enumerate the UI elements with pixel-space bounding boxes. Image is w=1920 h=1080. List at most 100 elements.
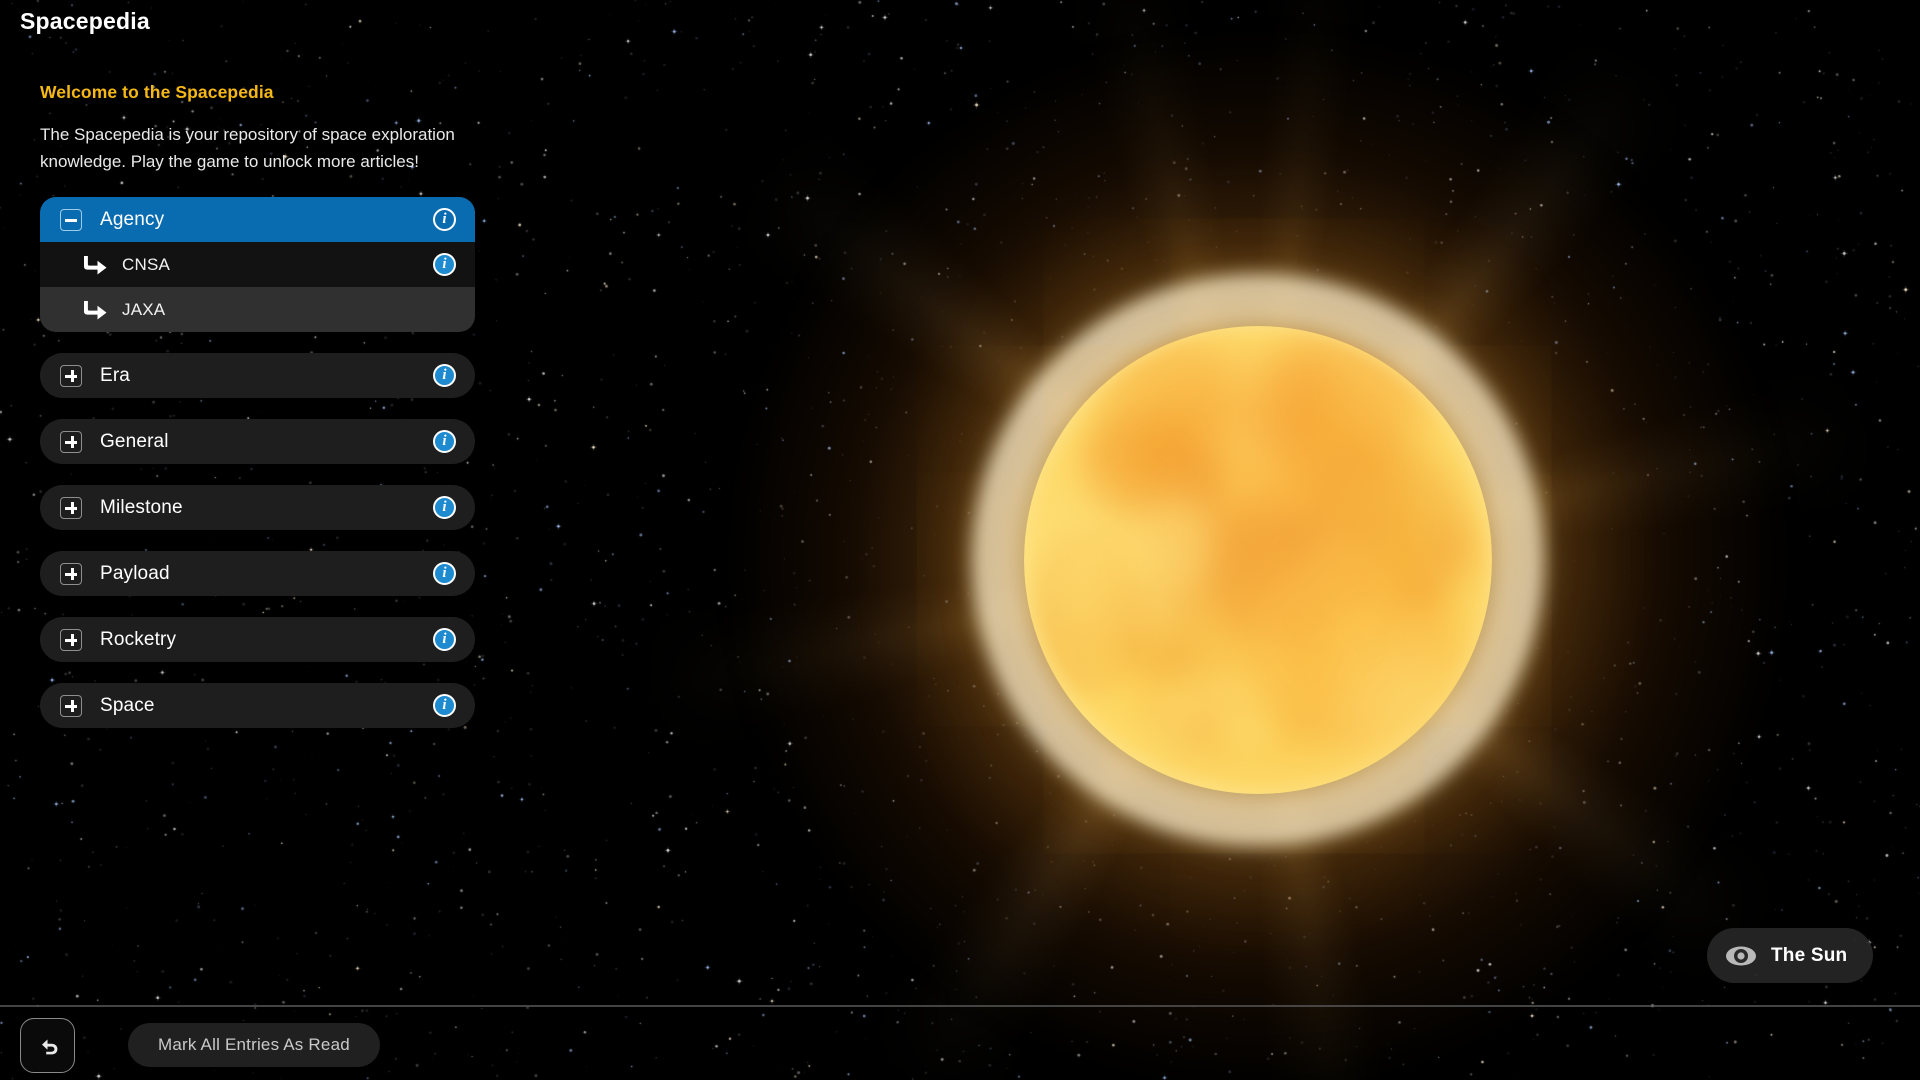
plus-icon[interactable] bbox=[60, 629, 82, 651]
category-label: Milestone bbox=[100, 497, 433, 519]
sun-surface-blob bbox=[1024, 452, 1142, 624]
plus-icon[interactable] bbox=[60, 563, 82, 585]
info-icon[interactable]: i bbox=[433, 208, 456, 231]
sun-corona bbox=[973, 275, 1543, 845]
sun-surface-blob bbox=[1393, 579, 1446, 610]
sun-surface-blob bbox=[1118, 641, 1295, 732]
sun-surface-blob bbox=[1071, 560, 1156, 651]
sun-surface-blob bbox=[1228, 632, 1393, 753]
sun-surface-blob bbox=[1092, 445, 1228, 629]
sun-surface-blob bbox=[1174, 337, 1323, 487]
back-button[interactable] bbox=[20, 1018, 75, 1073]
plus-icon[interactable] bbox=[60, 497, 82, 519]
category-row-rocketry[interactable]: Rocketryi bbox=[40, 617, 475, 662]
sun-surface-blob bbox=[1039, 519, 1150, 629]
sun-surface-blob bbox=[1149, 424, 1237, 525]
info-icon-glyph: i bbox=[442, 632, 446, 647]
sun-surface-blob bbox=[1334, 585, 1400, 670]
sun-surface-blob bbox=[1271, 418, 1370, 509]
sun-surface-blob bbox=[1035, 476, 1236, 666]
arrow-branch-icon bbox=[82, 254, 108, 276]
category-row-era[interactable]: Erai bbox=[40, 353, 475, 398]
sun-surface-blob bbox=[1297, 532, 1355, 587]
spacepedia-screen: Spacepedia Welcome to the Spacepedia The… bbox=[0, 0, 1920, 1080]
sun-surface-blob bbox=[1229, 560, 1345, 676]
welcome-heading: Welcome to the Spacepedia bbox=[40, 82, 480, 103]
category-row-payload[interactable]: Payload i bbox=[40, 551, 475, 596]
sun-surface-blob bbox=[1308, 383, 1458, 543]
sun-surface-blob bbox=[1024, 442, 1192, 640]
sun-surface-blob bbox=[1132, 468, 1347, 682]
sun-surface-blob bbox=[1303, 520, 1405, 615]
sun-surface-blob bbox=[1141, 642, 1240, 768]
sun-corona-inner bbox=[998, 300, 1518, 820]
sun-surface-blob bbox=[1421, 519, 1483, 583]
category-label: Payload bbox=[100, 563, 433, 585]
sun-surface-blob bbox=[1180, 481, 1362, 667]
sub-entry-jaxa[interactable]: JAXA bbox=[40, 287, 475, 332]
category-row-agency[interactable]: Agencyi bbox=[40, 197, 475, 242]
category-label: Space bbox=[100, 695, 433, 717]
sun-surface-blob bbox=[1086, 567, 1220, 701]
sun-surface-blob bbox=[1102, 335, 1247, 463]
sun-surface-blob bbox=[1238, 530, 1444, 740]
plus-icon[interactable] bbox=[60, 431, 82, 453]
sun-surface-blob bbox=[1194, 657, 1293, 765]
category-row-general[interactable]: General i bbox=[40, 419, 475, 464]
page-title: Spacepedia bbox=[20, 8, 150, 35]
info-icon-glyph: i bbox=[442, 698, 446, 713]
sun-outer-glow bbox=[738, 40, 1778, 1080]
info-icon[interactable]: i bbox=[433, 562, 456, 585]
sun-flare-rays bbox=[638, 0, 1878, 1080]
sub-entry-cnsa[interactable]: CNSA i bbox=[40, 242, 475, 287]
info-icon-glyph: i bbox=[442, 434, 446, 449]
info-icon[interactable]: i bbox=[433, 364, 456, 387]
sun-surface-blob bbox=[1268, 413, 1492, 645]
sun-surface-blob bbox=[1309, 614, 1480, 784]
info-icon[interactable]: i bbox=[433, 628, 456, 651]
sun-surface-blob bbox=[1344, 501, 1402, 543]
sun-surface-blob bbox=[1142, 663, 1228, 755]
sun-surface-blob bbox=[1349, 591, 1448, 691]
back-arrow-icon bbox=[34, 1032, 62, 1060]
sun-surface-texture bbox=[1024, 326, 1492, 794]
viewed-object-label[interactable]: The Sun bbox=[1707, 928, 1873, 983]
eye-icon bbox=[1725, 945, 1757, 967]
sun-surface-blob bbox=[1252, 569, 1428, 724]
sun-surface-blob bbox=[1222, 456, 1309, 546]
info-icon[interactable]: i bbox=[433, 253, 456, 276]
category-list: AgencyiCNSAiJAXAEraiGeneraliMilestoneiPa… bbox=[40, 197, 475, 728]
category-row-milestone[interactable]: Milestonei bbox=[40, 485, 475, 530]
category-label: Agency bbox=[100, 209, 433, 231]
welcome-description: The Spacepedia is your repository of spa… bbox=[40, 121, 490, 175]
sun-surface-blob bbox=[1027, 521, 1158, 703]
mark-all-entries-read-button[interactable]: Mark All Entries As Read bbox=[128, 1023, 380, 1067]
category-row-space[interactable]: Spacei bbox=[40, 683, 475, 728]
sun-surface-blob bbox=[1033, 474, 1151, 580]
info-icon-glyph: i bbox=[442, 566, 446, 581]
sun-surface-blob bbox=[1040, 575, 1224, 752]
sun-surface-blob bbox=[1227, 344, 1350, 469]
sun-surface-blob bbox=[1070, 408, 1196, 533]
arrow-branch-icon bbox=[82, 299, 108, 321]
spacepedia-panel: Welcome to the Spacepedia The Spacepedia… bbox=[40, 82, 480, 749]
minus-icon[interactable] bbox=[60, 209, 82, 231]
info-icon-glyph: i bbox=[442, 368, 446, 383]
sub-entry-label: CNSA bbox=[122, 255, 433, 275]
plus-icon[interactable] bbox=[60, 695, 82, 717]
sun-surface-blob bbox=[1078, 326, 1312, 547]
sun-disc bbox=[1024, 326, 1492, 794]
category-label: General bbox=[100, 431, 433, 453]
plus-icon[interactable] bbox=[60, 365, 82, 387]
info-icon-glyph: i bbox=[442, 212, 446, 227]
sun-surface-blob bbox=[1318, 585, 1396, 655]
info-icon[interactable]: i bbox=[433, 694, 456, 717]
info-icon[interactable]: i bbox=[433, 496, 456, 519]
sun-surface-blob bbox=[1264, 545, 1486, 768]
category-children-agency: CNSA i JAXA bbox=[40, 242, 475, 332]
category-label: Era bbox=[100, 365, 433, 387]
info-icon-glyph: i bbox=[442, 257, 446, 272]
bottom-divider bbox=[0, 1005, 1920, 1007]
info-icon[interactable]: i bbox=[433, 430, 456, 453]
sun-surface-blob bbox=[1070, 446, 1239, 615]
